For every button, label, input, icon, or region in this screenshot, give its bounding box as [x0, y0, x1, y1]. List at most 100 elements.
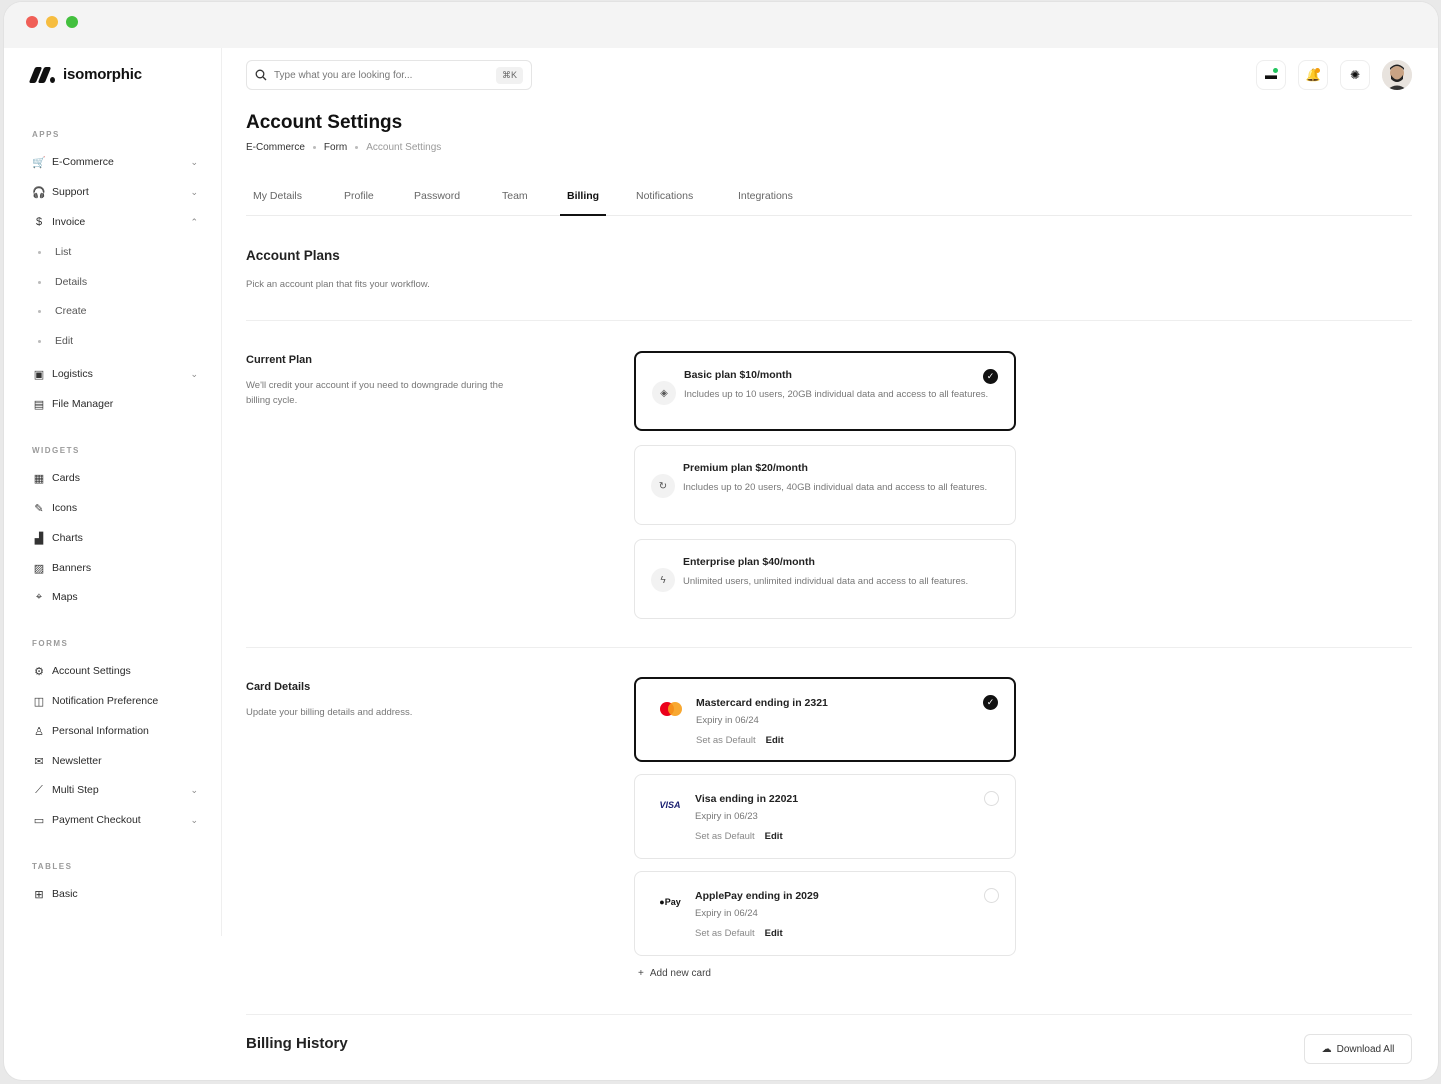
card-radio[interactable] [984, 791, 999, 806]
account-plans-title: Account Plans [246, 248, 340, 263]
edit-card-button[interactable]: Edit [765, 831, 783, 842]
tab-profile[interactable]: Profile [337, 190, 381, 216]
sidebar-subitem-edit[interactable]: Edit [38, 331, 73, 351]
plan-option-basic[interactable]: ◈ Basic plan $10/month Includes up to 10… [634, 351, 1016, 431]
sidebar-item-label: File Manager [52, 398, 114, 410]
sidebar-item-newsletter[interactable]: ✉ Newsletter [32, 750, 198, 772]
notifications-button[interactable]: 🔔 [1298, 60, 1328, 90]
card-title: Mastercard ending in 2321 [696, 697, 828, 709]
sidebar-item-payment-checkout[interactable]: ▭ Payment Checkout ⌄ [32, 809, 198, 831]
group-label-apps: APPS [32, 130, 60, 139]
card-expiry: Expiry in 06/24 [695, 908, 758, 919]
account-plans-desc: Pick an account plan that fits your work… [246, 279, 430, 290]
page-title: Account Settings [246, 112, 403, 133]
close-window-button[interactable] [26, 16, 38, 28]
steps-icon: ⟋ [35, 783, 43, 796]
window-titlebar [4, 2, 1438, 48]
cloud-download-icon: ☁ [1321, 1043, 1332, 1055]
card-actions: Set as Default Edit [696, 735, 784, 746]
layers-icon: ◈ [652, 381, 676, 405]
divider [246, 320, 1412, 321]
settings-button[interactable]: ✺ [1340, 60, 1370, 90]
billing-history-title: Billing History [246, 1035, 348, 1052]
current-plan-label: Current Plan [246, 354, 313, 366]
chart-icon: ▟ [34, 532, 44, 545]
sidebar-item-cards[interactable]: ▦ Cards [32, 467, 198, 489]
download-all-button[interactable]: ☁ Download All [1304, 1034, 1412, 1064]
tab-notifications[interactable]: Notifications [629, 190, 700, 216]
sidebar-item-file-manager[interactable]: ▤ File Manager [32, 393, 198, 415]
search-bar[interactable]: Type what you are looking for... ⌘K [246, 60, 532, 90]
sidebar-item-label: Banners [52, 562, 92, 574]
chevron-up-icon: ⌃ [190, 216, 198, 227]
sidebar-item-maps[interactable]: ⌖ Maps [32, 586, 198, 608]
card-radio[interactable] [984, 888, 999, 903]
plan-option-premium[interactable]: ↻ Premium plan $20/month Includes up to … [634, 445, 1016, 525]
bullet-icon [38, 339, 41, 343]
card-details-label: Card Details [246, 681, 311, 693]
sidebar-item-charts[interactable]: ▟ Charts [32, 527, 198, 549]
dollar-icon: $ [35, 216, 43, 228]
card-mastercard[interactable]: Mastercard ending in 2321 Expiry in 06/2… [634, 677, 1016, 762]
tab-team[interactable]: Team [495, 190, 535, 216]
sidebar-item-label: Icons [52, 502, 78, 514]
plan-option-enterprise[interactable]: ϟ Enterprise plan $40/month Unlimited us… [634, 539, 1016, 619]
sidebar-item-logistics[interactable]: ▣ Logistics ⌄ [32, 363, 198, 385]
sidebar-item-label: Support [52, 186, 89, 198]
search-input[interactable]: Type what you are looking for... [274, 70, 412, 81]
breadcrumb-item[interactable]: Form [324, 142, 347, 153]
sidebar-item-label: Maps [52, 591, 78, 603]
set-default-button[interactable]: Set as Default [695, 831, 755, 842]
group-label-tables: TABLES [32, 862, 73, 871]
minimize-window-button[interactable] [46, 16, 58, 28]
sidebar-item-label: Personal Information [52, 725, 149, 737]
tab-integrations[interactable]: Integrations [731, 190, 800, 216]
card-visa[interactable]: VISA Visa ending in 22021 Expiry in 06/2… [634, 774, 1016, 859]
breadcrumb-item[interactable]: E-Commerce [246, 142, 305, 153]
edit-card-button[interactable]: Edit [765, 928, 783, 939]
sidebar-item-label: Newsletter [52, 755, 102, 767]
sidebar-item-personal-information[interactable]: ♙ Personal Information [32, 720, 198, 742]
tab-password[interactable]: Password [407, 190, 467, 216]
user-icon: ♙ [34, 725, 44, 738]
plan-desc: Includes up to 20 users, 40GB individual… [683, 482, 988, 493]
sidebar-item-support[interactable]: 🎧 Support ⌄ [32, 181, 198, 203]
sidebar-item-label: Notification Preference [52, 695, 159, 707]
sidebar-item-invoice[interactable]: $ Invoice ⌃ [32, 211, 198, 233]
set-default-button[interactable]: Set as Default [695, 928, 755, 939]
sidebar-subitem-label: Create [55, 305, 87, 317]
maximize-window-button[interactable] [66, 16, 78, 28]
tab-my-details[interactable]: My Details [246, 190, 309, 216]
set-default-button[interactable]: Set as Default [696, 735, 756, 746]
sidebar-item-label: Invoice [52, 216, 86, 228]
sidebar-item-account-settings[interactable]: ⚙ Account Settings [32, 660, 198, 682]
sidebar-item-label: Logistics [52, 368, 93, 380]
gear-icon: ✺ [1349, 68, 1361, 82]
sidebar-item-notification-preference[interactable]: ◫ Notification Preference [32, 690, 198, 712]
sidebar-item-ecommerce[interactable]: 🛒 E-Commerce ⌄ [32, 151, 198, 173]
logo[interactable]: isomorphic [28, 66, 142, 83]
tab-billing[interactable]: Billing [560, 190, 607, 216]
sidebar-subitem-label: Details [55, 276, 88, 288]
file-icon: ▤ [33, 398, 45, 411]
sidebar-item-icons[interactable]: ✎ Icons [32, 497, 198, 519]
messages-button[interactable]: ▬ [1256, 60, 1286, 90]
visa-icon: VISA [659, 800, 681, 810]
current-plan-desc: We'll credit your account if you need to… [246, 380, 504, 406]
add-new-card-button[interactable]: + Add new card [638, 968, 711, 979]
plan-desc: Includes up to 10 users, 20GB individual… [684, 389, 989, 400]
sidebar-subitem-details[interactable]: Details [38, 272, 87, 292]
group-label-forms: FORMS [32, 639, 69, 648]
sidebar-subitem-list[interactable]: List [38, 242, 71, 262]
avatar[interactable] [1382, 60, 1412, 90]
avatar-image [1382, 60, 1412, 90]
search-shortcut: ⌘K [495, 66, 523, 84]
edit-card-button[interactable]: Edit [766, 735, 784, 746]
sidebar-item-multi-step[interactable]: ⟋ Multi Step ⌄ [32, 779, 198, 801]
sidebar-subitem-create[interactable]: Create [38, 301, 87, 321]
sidebar-item-basic[interactable]: ⊞ Basic [32, 883, 198, 905]
sidebar-item-banners[interactable]: ▨ Banners [32, 557, 198, 579]
feather-icon: ✎ [34, 502, 44, 515]
card-applepay[interactable]: ● Pay ApplePay ending in 2029 Expiry in 0… [634, 871, 1016, 956]
sidebar-item-label: E-Commerce [52, 156, 114, 168]
